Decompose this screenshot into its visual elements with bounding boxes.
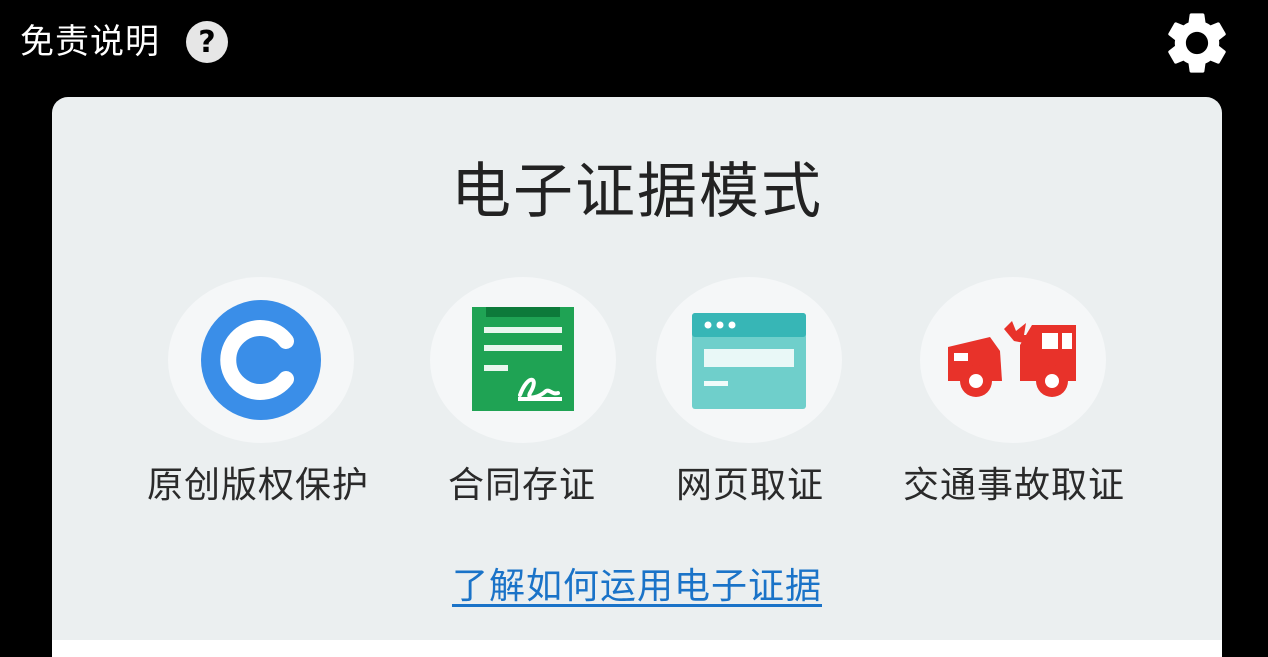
car-crash-icon (948, 321, 1076, 397)
webpage-icon (692, 313, 806, 409)
mode-contract-evidence[interactable]: 合同存证 (392, 277, 652, 517)
disclaimer-button[interactable]: 免责说明 ? (20, 20, 228, 64)
mode-label: 合同存证 (447, 465, 596, 506)
mode-label: 交通事故取证 (902, 465, 1125, 506)
mode-icon-circle (168, 277, 354, 443)
mode-traffic-accident-evidence[interactable]: 交通事故取证 (884, 277, 1144, 517)
mode-label: 网页取证 (675, 465, 824, 506)
mode-webpage-evidence[interactable]: 网页取证 (620, 277, 880, 517)
mode-icon-circle (920, 277, 1106, 443)
gear-icon[interactable] (1160, 6, 1234, 80)
help-icon: ? (186, 21, 228, 63)
evidence-mode-card: 电子证据模式 原创版权保护 合同存证 网页取证 交通事故取证 了解如何运用电子证… (52, 97, 1222, 657)
mode-icon-circle (430, 277, 616, 443)
mode-icon-circle (656, 277, 842, 443)
card-title: 电子证据模式 (451, 157, 823, 227)
contract-icon (472, 307, 574, 411)
top-bar: 免责说明 ? (0, 0, 1268, 90)
copyright-icon (201, 300, 321, 420)
mode-label: 原创版权保护 (146, 465, 369, 506)
disclaimer-label: 免责说明 (20, 22, 160, 62)
learn-evidence-link[interactable]: 了解如何运用电子证据 (52, 563, 1222, 611)
mode-copyright-protection[interactable]: 原创版权保护 (128, 277, 388, 517)
bottom-panel-edge (52, 640, 1222, 657)
